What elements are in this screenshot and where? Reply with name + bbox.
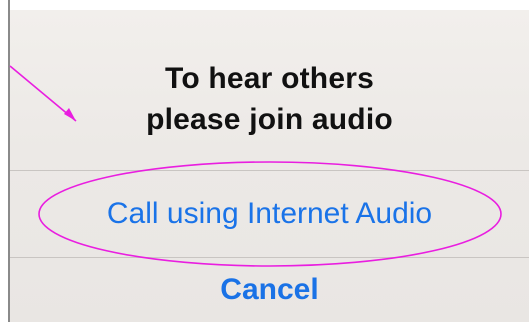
screenshot-stage: To hear others please join audio Call us… <box>0 0 529 322</box>
dialog-title-line-1: To hear others <box>165 62 374 95</box>
cancel-button[interactable]: Cancel <box>10 258 529 322</box>
dialog-title: To hear others please join audio <box>10 58 529 140</box>
call-internet-audio-button[interactable]: Call using Internet Audio <box>10 171 529 257</box>
window-left-edge <box>0 0 10 322</box>
dialog-title-line-2: please join audio <box>146 103 393 136</box>
join-audio-dialog: To hear others please join audio Call us… <box>10 10 529 322</box>
